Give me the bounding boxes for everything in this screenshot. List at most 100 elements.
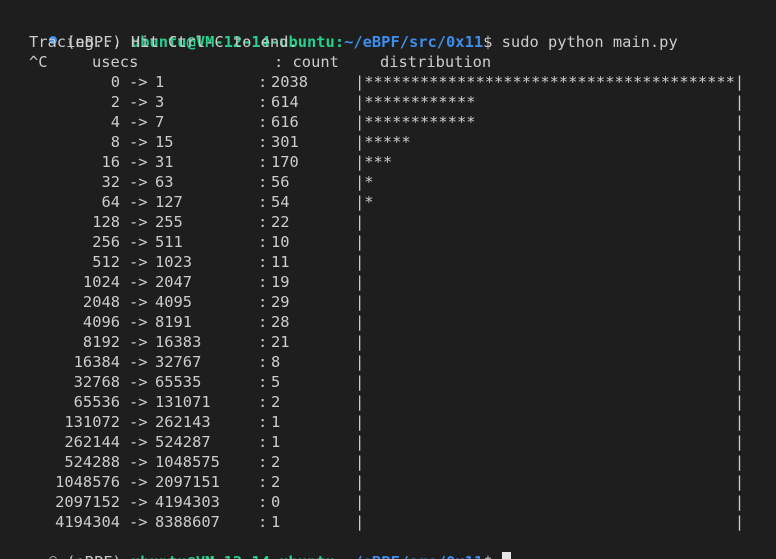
bucket-low: 32 [101,173,120,191]
distribution-bar: |***** | [355,133,745,151]
bucket-count: 29 [271,293,290,311]
histogram-row: 262144 -> 524287:1 | | [12,432,776,452]
bucket-arrow: -> [129,113,148,131]
count-separator: : [258,473,268,491]
count-separator: : [258,93,268,111]
bucket-high: 524287 [155,433,211,451]
bucket-low: 131072 [64,413,120,431]
bucket-arrow: -> [129,493,148,511]
histogram-row: 2 -> 3:614 |************ | [12,92,776,112]
count-separator: : [258,293,268,311]
bucket-arrow: -> [129,153,148,171]
bucket-high: 16383 [155,333,202,351]
bucket-arrow: -> [129,333,148,351]
terminal-cursor[interactable] [501,552,511,559]
bucket-high: 4095 [155,293,193,311]
count-separator: : [258,513,268,531]
histogram-row: 524288 -> 1048575:2 | | [12,452,776,472]
bucket-high: 32767 [155,353,202,371]
histogram-row: 1048576 -> 2097151:2 | | [12,472,776,492]
histogram-row: 65536 -> 131071:2 | | [12,392,776,412]
bucket-count: 2 [271,473,281,491]
count-separator: : [258,393,268,411]
count-separator: : [258,153,268,171]
bucket-arrow: -> [129,133,148,151]
prompt-line-current[interactable]: (eBPF) ubuntu@VM-12-14-ubuntu:~/eBPF/src… [12,532,776,559]
distribution-bar: |* | [355,193,745,211]
bucket-count: 616 [271,113,299,131]
bucket-high: 31 [155,153,174,171]
bucket-arrow: -> [129,273,148,291]
distribution-bar: | | [355,393,745,411]
bucket-low: 2048 [82,293,120,311]
distribution-stars: *** [364,153,393,171]
interrupt-marker: ^C [29,53,48,71]
bucket-arrow: -> [129,373,148,391]
distribution-bar: | | [355,293,745,311]
terminal[interactable]: (eBPF) ubuntu@VM-12-14-ubuntu: ~/eBPF/src… [0,0,776,559]
histogram-header: ^C usecs : count distribution [12,52,776,72]
bucket-low: 8192 [82,333,120,351]
bucket-arrow: -> [129,193,148,211]
distribution-bar: |* | [355,173,745,191]
bucket-arrow: -> [129,73,148,91]
histogram-row: 8 -> 15:301 |***** | [12,132,776,152]
prompt-line-command: (eBPF) ubuntu@VM-12-14-ubuntu:~/eBPF/src… [12,12,776,51]
bucket-arrow: -> [129,173,148,191]
prompt-symbol: $ [483,553,492,559]
distribution-bar: | | [355,213,745,231]
histogram-row: 4194304 -> 8388607:1 | | [12,512,776,532]
bucket-low: 65536 [73,393,120,411]
bucket-count: 54 [271,193,290,211]
distribution-bar: |************ | [355,93,745,111]
distribution-bar: | | [355,513,745,531]
bucket-count: 170 [271,153,299,171]
bucket-count: 11 [271,253,290,271]
bucket-count: 301 [271,133,299,151]
histogram-row: 4 -> 7:616 |************ | [12,112,776,132]
histogram: 0 -> 1:2038 |******************************… [12,72,776,532]
bucket-high: 1048575 [155,453,220,471]
distribution-stars: **************************************** [364,73,735,91]
count-separator: : [258,413,268,431]
bucket-low: 512 [92,253,120,271]
bucket-high: 15 [155,133,174,151]
bucket-high: 8388607 [155,513,220,531]
distribution-bar: |***************************************… [355,73,745,91]
count-separator: : [258,453,268,471]
bucket-count: 0 [271,493,281,511]
histogram-row: 0 -> 1:2038 |******************************… [12,72,776,92]
distribution-bar: | | [355,273,745,291]
count-separator: : [258,273,268,291]
bucket-count: 2 [271,393,281,411]
distribution-bar: | | [355,453,745,471]
bucket-count: 5 [271,373,281,391]
bucket-low: 16384 [73,353,120,371]
bucket-count: 1 [271,413,281,431]
histogram-row: 1024 -> 2047:19 | | [12,272,776,292]
count-header: : count [274,53,339,71]
bucket-high: 3 [155,93,165,111]
bucket-count: 10 [271,233,290,251]
histogram-row: 131072 -> 262143:1 | | [12,412,776,432]
count-separator: : [258,253,268,271]
histogram-row: 64 -> 127:54 |* | [12,192,776,212]
histogram-row: 512 -> 1023:11 | | [12,252,776,272]
distribution-bar: |************ | [355,113,745,131]
distribution-bar: | | [355,233,745,251]
bucket-arrow: -> [129,253,148,271]
distribution-stars: ************ [364,113,476,131]
bucket-high: 255 [155,213,183,231]
distribution-stars: * [364,173,374,191]
distribution-bar: | | [355,353,745,371]
histogram-row: 32768 -> 65535:5 | | [12,372,776,392]
bucket-count: 22 [271,213,290,231]
count-separator: : [258,133,268,151]
bucket-arrow: -> [129,513,148,531]
histogram-row: 4096 -> 8191:28 | | [12,312,776,332]
count-separator: : [258,373,268,391]
bucket-low: 8 [110,133,120,151]
bucket-high: 4194303 [155,493,220,511]
bucket-high: 2047 [155,273,193,291]
bucket-low: 32768 [73,373,120,391]
